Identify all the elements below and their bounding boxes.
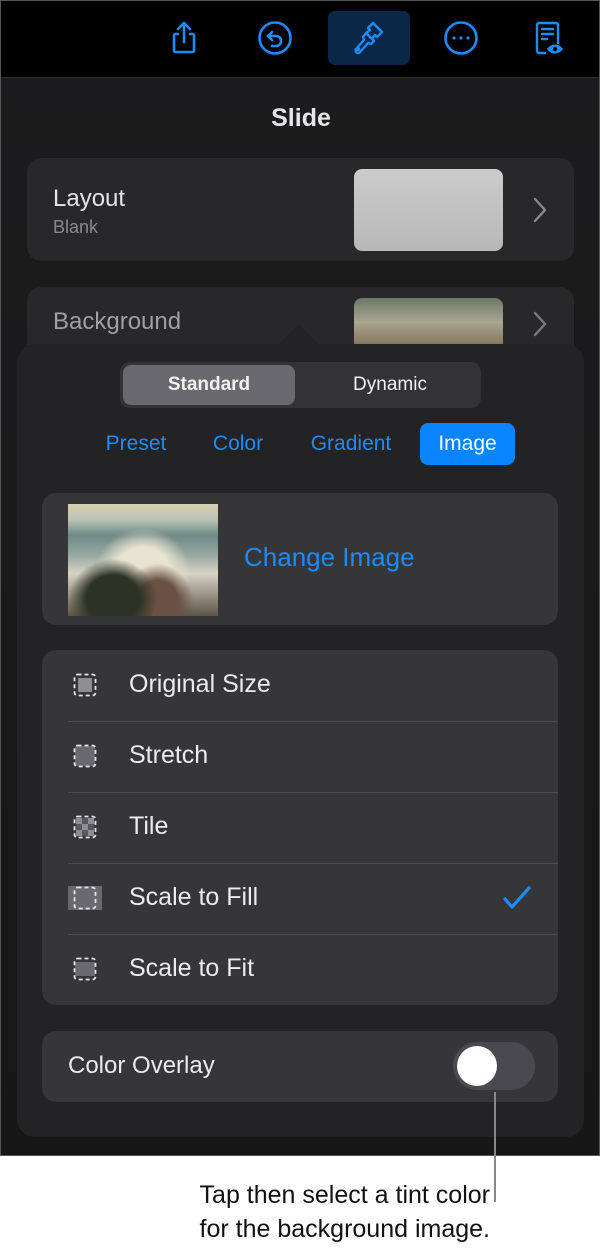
image-card: Change Image bbox=[42, 493, 558, 625]
more-button[interactable] bbox=[420, 11, 502, 65]
option-label: Scale to Fit bbox=[129, 954, 255, 982]
tab-preset[interactable]: Preset bbox=[93, 423, 179, 465]
divider bbox=[68, 792, 558, 793]
original-size-icon bbox=[73, 673, 97, 697]
color-overlay-toggle[interactable] bbox=[453, 1042, 535, 1090]
caption-line-1: Tap then select a tint color bbox=[199, 1181, 490, 1209]
scale-to-fit-icon bbox=[73, 957, 97, 981]
segment-standard[interactable]: Standard bbox=[123, 365, 295, 405]
callout-line bbox=[494, 1092, 496, 1202]
option-original-size[interactable]: Original Size bbox=[42, 650, 558, 721]
undo-button[interactable] bbox=[234, 11, 316, 65]
layout-value: Blank bbox=[53, 217, 99, 237]
toggle-knob bbox=[457, 1046, 497, 1086]
stretch-icon bbox=[73, 744, 97, 768]
option-stretch[interactable]: Stretch bbox=[42, 721, 558, 792]
option-scale-to-fit[interactable]: Scale to Fit bbox=[42, 934, 558, 1005]
toolbar bbox=[1, 1, 599, 78]
option-label: Tile bbox=[129, 812, 169, 840]
paintbrush-icon bbox=[354, 21, 384, 55]
option-label: Stretch bbox=[129, 741, 209, 769]
reading-view-icon bbox=[535, 21, 563, 55]
chevron-right-icon bbox=[533, 197, 547, 223]
more-icon bbox=[444, 21, 478, 55]
fill-type-segmented-control: Standard Dynamic bbox=[120, 362, 481, 408]
divider bbox=[68, 934, 558, 935]
format-button[interactable] bbox=[328, 11, 410, 65]
caption-line-2: for the background image. bbox=[199, 1215, 490, 1243]
divider bbox=[68, 721, 558, 722]
color-overlay-label: Color Overlay bbox=[68, 1052, 215, 1079]
format-panel-screen: Slide Layout Blank Background Standard D… bbox=[0, 0, 600, 1156]
checkmark-icon bbox=[503, 886, 531, 909]
undo-icon bbox=[258, 21, 292, 55]
option-tile[interactable]: Tile bbox=[42, 792, 558, 863]
reading-view-button[interactable] bbox=[507, 11, 589, 65]
scale-options-list: Original Size Stretch Tile Scale to Fill bbox=[42, 650, 558, 1005]
change-image-button[interactable]: Change Image bbox=[244, 542, 415, 573]
background-popover: Standard Dynamic Preset Color Gradient I… bbox=[17, 344, 584, 1137]
popover-arrow bbox=[277, 324, 321, 346]
color-overlay-row: Color Overlay bbox=[42, 1031, 558, 1102]
tab-color[interactable]: Color bbox=[200, 423, 276, 465]
tab-gradient[interactable]: Gradient bbox=[299, 423, 403, 465]
layout-label: Layout bbox=[53, 185, 126, 212]
divider bbox=[68, 863, 558, 864]
scale-to-fill-icon bbox=[68, 886, 102, 910]
segment-dynamic[interactable]: Dynamic bbox=[302, 365, 478, 405]
tab-image[interactable]: Image bbox=[420, 423, 515, 465]
share-icon bbox=[172, 21, 196, 54]
share-button[interactable] bbox=[143, 11, 225, 65]
option-label: Scale to Fill bbox=[129, 883, 259, 911]
chevron-right-icon bbox=[533, 311, 547, 337]
option-scale-to-fill[interactable]: Scale to Fill bbox=[42, 863, 558, 934]
layout-thumbnail bbox=[354, 169, 503, 251]
tile-icon bbox=[73, 815, 97, 839]
background-label: Background bbox=[53, 308, 182, 335]
layout-row[interactable]: Layout Blank bbox=[27, 158, 574, 261]
option-label: Original Size bbox=[129, 670, 271, 698]
background-image-thumbnail[interactable] bbox=[68, 504, 218, 616]
panel-title: Slide bbox=[271, 104, 331, 132]
